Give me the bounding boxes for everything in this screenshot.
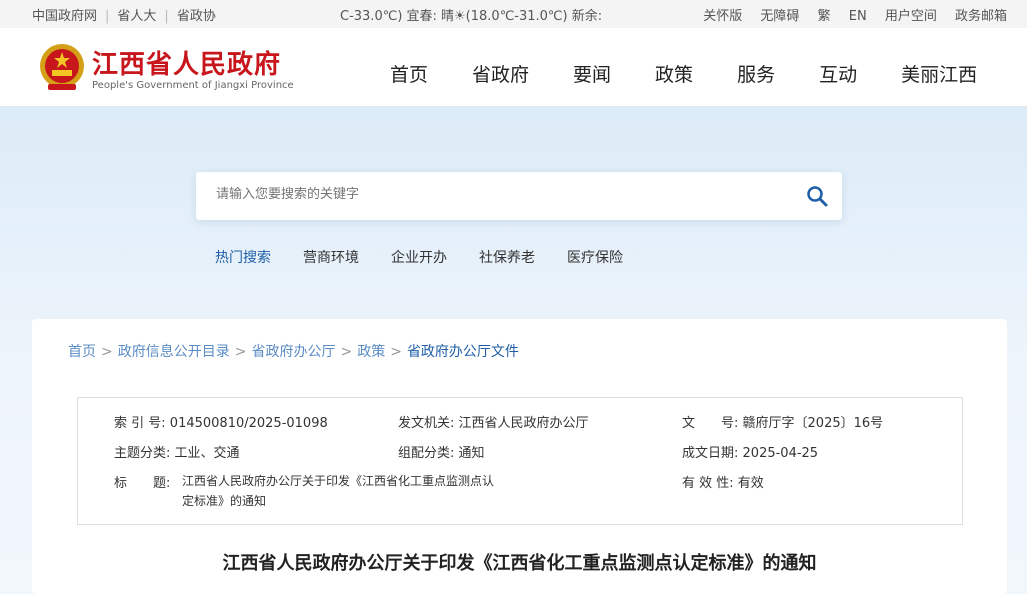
content-card: 首页 > 政府信息公开目录 > 省政府办公厅 > 政策 > 省政府办公厅文件 索 引 号: 01… — [32, 319, 1007, 594]
nav-home[interactable]: 首页 — [390, 64, 428, 86]
search-input[interactable] — [214, 186, 778, 203]
breadcrumb-home[interactable]: 首页 — [68, 344, 96, 360]
breadcrumb-separator: > — [234, 344, 247, 360]
breadcrumb-general-office[interactable]: 省政府办公厅 — [251, 344, 335, 360]
link-english[interactable]: EN — [849, 9, 867, 24]
nav-provincial-gov[interactable]: 省政府 — [472, 64, 529, 86]
meta-index-value: 014500810/2025-01098 — [169, 416, 328, 431]
hot-term-business-startup[interactable]: 企业开办 — [391, 250, 447, 266]
meta-issuer-label: 发文机关: — [398, 416, 455, 431]
meta-index: 索 引 号: 014500810/2025-01098 — [114, 412, 328, 431]
link-elder-mode[interactable]: 关怀版 — [703, 9, 742, 24]
meta-docno-label: 文 号: — [682, 416, 739, 431]
link-user-space[interactable]: 用户空间 — [885, 9, 937, 24]
meta-index-label: 索 引 号: — [114, 416, 166, 431]
divider: | — [105, 9, 110, 24]
link-provincial-congress[interactable]: 省人大 — [117, 9, 156, 24]
meta-title-line2: 定标准》的通知 — [182, 494, 267, 508]
hot-search: 热门搜索 营商环境 企业开办 社保养老 医疗保险 — [215, 247, 655, 267]
nav-news[interactable]: 要闻 — [573, 64, 611, 86]
external-links: 中国政府网 | 省人大 | 省政协 — [32, 5, 216, 24]
weather-ticker: C-33.0℃) 宜春: 晴☀(18.0℃-31.0℃) 新余: — [340, 9, 603, 24]
site-subtitle: People's Government of Jiangxi Province — [92, 80, 294, 91]
meta-genre-label: 组配分类: — [398, 446, 455, 461]
meta-topic-label: 主题分类: — [114, 446, 171, 461]
hot-term-medical-insurance[interactable]: 医疗保险 — [567, 250, 623, 266]
meta-docno: 文 号: 赣府厅字〔2025〕16号 — [682, 412, 883, 431]
breadcrumb-info-catalog[interactable]: 政府信息公开目录 — [118, 344, 230, 360]
nav-policy[interactable]: 政策 — [655, 64, 693, 86]
divider: | — [164, 9, 169, 24]
hot-term-pension[interactable]: 社保养老 — [479, 250, 535, 266]
hot-search-label: 热门搜索 — [215, 250, 271, 266]
meta-title-label: 标 题: — [114, 476, 171, 491]
search-icon[interactable] — [806, 185, 828, 207]
meta-date-label: 成文日期: — [682, 446, 739, 461]
national-emblem-icon[interactable] — [38, 42, 86, 92]
breadcrumb-policy[interactable]: 政策 — [357, 344, 385, 360]
meta-issuer: 发文机关: 江西省人民政府办公厅 — [398, 412, 589, 431]
hot-term-business-env[interactable]: 营商环境 — [303, 250, 359, 266]
site-header: 江西省人民政府 People's Government of Jiangxi P… — [0, 28, 1027, 107]
meta-topic: 主题分类: 工业、交通 — [114, 442, 240, 461]
meta-validity-value: 有效 — [737, 476, 764, 491]
top-utility-bar: 中国政府网 | 省人大 | 省政协 C-33.0℃) 宜春: 晴☀(18.0℃-31.0… — [0, 0, 1027, 28]
meta-date: 成文日期: 2025-04-25 — [682, 442, 818, 461]
meta-validity-label: 有 效 性: — [682, 476, 734, 491]
site-title[interactable]: 江西省人民政府 — [92, 44, 281, 81]
breadcrumb-current[interactable]: 省政府办公厅文件 — [407, 344, 519, 360]
breadcrumb: 首页 > 政府信息公开目录 > 省政府办公厅 > 政策 > 省政府办公厅文件 — [68, 341, 519, 361]
document-title: 江西省人民政府办公厅关于印发《江西省化工重点监测点认定标准》的通知 — [222, 553, 817, 574]
link-traditional-chinese[interactable]: 繁 — [818, 9, 831, 24]
nav-beautiful-jiangxi[interactable]: 美丽江西 — [901, 64, 977, 86]
meta-topic-value: 工业、交通 — [174, 446, 240, 461]
meta-docno-value: 赣府厅字〔2025〕16号 — [742, 416, 884, 431]
link-provincial-cppcc[interactable]: 省政协 — [177, 9, 216, 24]
meta-genre: 组配分类: 通知 — [398, 442, 485, 461]
search-box — [196, 172, 842, 220]
breadcrumb-separator: > — [340, 344, 353, 360]
nav-services[interactable]: 服务 — [737, 64, 775, 86]
link-gov-cn[interactable]: 中国政府网 — [32, 9, 97, 24]
meta-title-line1: 江西省人民政府办公厅关于印发《江西省化工重点监测点认 — [182, 474, 495, 488]
meta-genre-value: 通知 — [458, 446, 485, 461]
meta-issuer-value: 江西省人民政府办公厅 — [458, 416, 589, 431]
breadcrumb-separator: > — [101, 344, 113, 360]
nav-interaction[interactable]: 互动 — [819, 64, 857, 86]
breadcrumb-separator: > — [390, 344, 402, 360]
document-metadata-table: 索 引 号: 014500810/2025-01098 发文机关: 江西省人民政… — [77, 397, 963, 525]
meta-date-value: 2025-04-25 — [742, 446, 819, 461]
link-accessibility[interactable]: 无障碍 — [760, 9, 799, 24]
main-nav: 首页 省政府 要闻 政策 服务 互动 美丽江西 — [390, 60, 977, 87]
meta-validity: 有 效 性: 有效 — [682, 472, 764, 491]
link-gov-mail[interactable]: 政务邮箱 — [955, 9, 1007, 24]
utility-links: 关怀版 无障碍 繁 EN 用户空间 政务邮箱 — [689, 5, 1007, 24]
